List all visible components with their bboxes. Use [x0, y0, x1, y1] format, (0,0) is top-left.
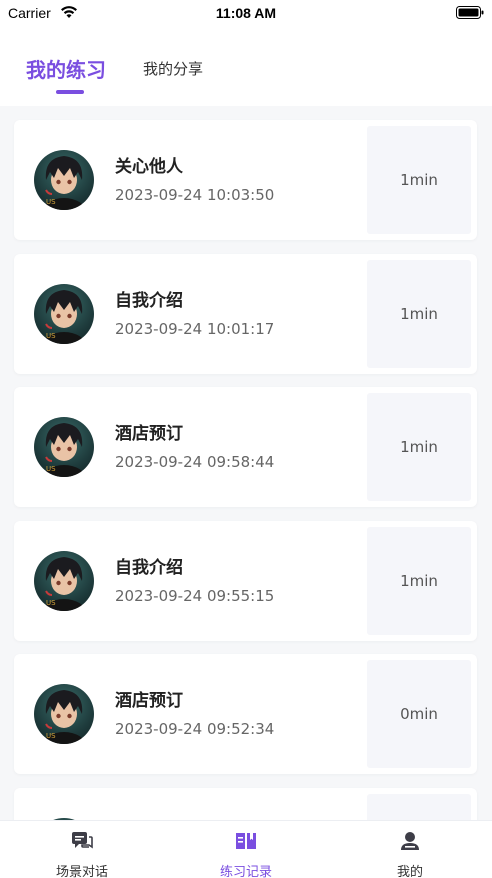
record-time: 2023-09-24 09:55:15	[115, 587, 275, 605]
record-title: 酒店预订	[115, 691, 183, 711]
record-time: 2023-09-24 09:52:34	[115, 720, 275, 738]
record-duration: 1min	[367, 527, 471, 635]
header-tabs: 我的练习 我的分享	[0, 26, 492, 106]
bottom-tab-bar: 场景对话 练习记录 我的	[0, 820, 492, 878]
record-title: 自我介绍	[115, 291, 183, 311]
status-time: 11:08 AM	[215, 5, 277, 21]
book-icon	[236, 833, 256, 849]
tabbar-label: 场景对话	[55, 865, 108, 878]
record-card[interactable]: US 自我介绍 2023-09-24 10:01:17 1min	[14, 254, 477, 374]
tabbar-practice-records[interactable]: 练习记录	[164, 821, 328, 878]
record-title: 关心他人	[115, 157, 183, 177]
avatar: US	[34, 150, 94, 210]
character-avatar-icon: US	[42, 690, 86, 744]
tab-active-indicator	[56, 90, 84, 94]
chat-icon	[72, 832, 93, 849]
record-duration: 0min	[367, 660, 471, 768]
record-title: 酒店预订	[115, 424, 183, 444]
tabbar-mine[interactable]: 我的	[328, 821, 492, 878]
record-card[interactable]: US 自我介绍 2023-09-24 09:55:15 1min	[14, 521, 477, 641]
tabbar-label: 练习记录	[219, 865, 272, 878]
character-avatar-icon: US	[42, 290, 86, 344]
tab-my-share[interactable]: 我的分享	[143, 58, 203, 79]
status-bar: Carrier 11:08 AM	[0, 0, 492, 26]
record-duration: 1min	[367, 260, 471, 368]
record-card[interactable]: US 酒店预订 2023-09-24 09:58:44 1min	[14, 387, 477, 507]
record-time: 2023-09-24 09:58:44	[115, 453, 275, 471]
svg-text:US: US	[46, 332, 56, 340]
character-avatar-icon: US	[42, 156, 86, 210]
svg-text:US: US	[46, 198, 56, 206]
tabbar-scene-dialogue[interactable]: 场景对话	[0, 821, 164, 878]
record-time: 2023-09-24 10:03:50	[115, 186, 275, 204]
character-avatar-icon: US	[42, 423, 86, 477]
record-card[interactable]: US 酒店预订 2023-09-24 09:52:34 0min	[14, 654, 477, 774]
record-card[interactable]: US 关心他人 2023-09-24 10:03:50 1min	[14, 120, 477, 240]
avatar: US	[34, 284, 94, 344]
record-time: 2023-09-24 10:01:17	[115, 320, 275, 338]
character-avatar-icon: US	[42, 557, 86, 611]
record-duration-partial	[367, 794, 471, 820]
avatar: US	[34, 551, 94, 611]
avatar: US	[34, 684, 94, 744]
record-duration: 1min	[367, 126, 471, 234]
practice-record-list: US 关心他人 2023-09-24 10:03:50 1min US 自我介绍…	[0, 106, 492, 820]
person-icon	[401, 832, 419, 850]
record-title: 自我介绍	[115, 558, 183, 578]
svg-text:US: US	[46, 465, 56, 473]
battery-icon	[456, 6, 484, 19]
record-card-partial[interactable]	[14, 788, 477, 820]
svg-text:US: US	[46, 599, 56, 607]
avatar: US	[34, 417, 94, 477]
svg-text:US: US	[46, 732, 56, 740]
tabbar-label: 我的	[396, 865, 423, 878]
tab-my-practice[interactable]: 我的练习	[26, 54, 106, 83]
record-duration: 1min	[367, 393, 471, 501]
